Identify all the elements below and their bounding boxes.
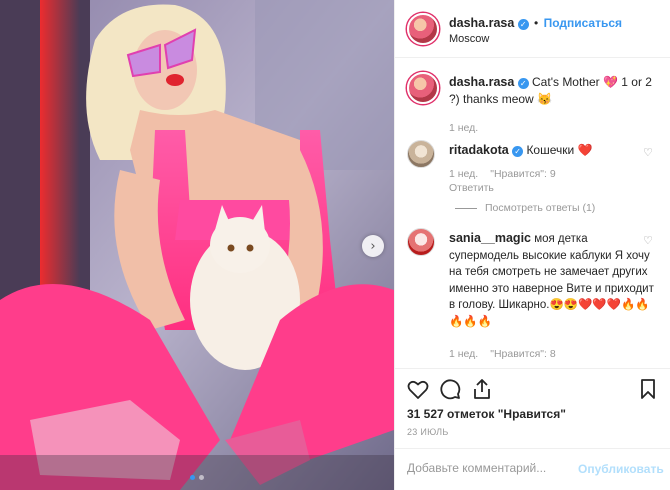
caption-meta: 1 нед. <box>449 122 478 134</box>
author-avatar[interactable] <box>407 13 439 45</box>
comment-like-count[interactable]: "Нравится": 9 <box>490 168 555 180</box>
comment-like-count[interactable]: "Нравится": 8 <box>490 348 555 360</box>
post-actions: 31 527 отметок "Нравится" 23 ИЮЛЬ <box>395 368 670 448</box>
carousel-dot-2 <box>199 475 204 480</box>
heart-icon[interactable] <box>406 377 430 401</box>
caption-author-username[interactable]: dasha.rasa <box>449 75 514 89</box>
post-header: dasha.rasa ✓ • Подписаться Moscow <box>395 0 670 58</box>
comment-item: ritadakota ✓ Кошечки ❤️ ♡ 1 нед. "Нравит… <box>405 140 663 220</box>
verified-badge-icon: ✓ <box>517 78 529 89</box>
caption: dasha.rasa ✓ Cat's Mother 💖 1 or 2 ?) th… <box>405 72 663 142</box>
comment-icon[interactable] <box>438 377 462 401</box>
comment-reply-row: Ответить <box>449 182 494 194</box>
post-sidebar: dasha.rasa ✓ • Подписаться Moscow dasha.… <box>394 0 670 490</box>
post-date[interactable]: 23 ИЮЛЬ <box>407 427 449 437</box>
comment-item: sania__magic моя детка супермодель высок… <box>405 228 663 368</box>
comment-text: Кошечки ❤️ <box>526 143 593 157</box>
bookmark-icon[interactable] <box>636 377 660 401</box>
commenter-avatar[interactable] <box>407 228 435 256</box>
post-location[interactable]: Moscow <box>449 33 489 45</box>
comment-body: ritadakota ✓ Кошечки ❤️ <box>449 142 659 159</box>
verified-badge-icon: ✓ <box>512 146 524 157</box>
comment-body: sania__magic моя детка супермодель высок… <box>449 230 659 330</box>
commenter-username[interactable]: ritadakota <box>449 143 509 157</box>
comment-meta: 1 нед. "Нравится": 9 <box>449 168 556 180</box>
post-photo[interactable]: › <box>0 0 394 490</box>
comment-time[interactable]: 1 нед. <box>449 168 478 180</box>
photo-illustration <box>0 0 394 490</box>
caption-time[interactable]: 1 нед. <box>449 122 478 134</box>
caption-author-avatar[interactable] <box>407 72 439 104</box>
view-replies-label: Посмотреть ответы (1) <box>485 202 596 214</box>
view-replies-button[interactable]: Посмотреть ответы (1) <box>455 202 595 214</box>
add-comment-bar: Опубликовать <box>395 448 670 490</box>
share-icon[interactable] <box>470 377 494 401</box>
commenter-avatar[interactable] <box>407 140 435 168</box>
comment-text: моя детка супермодель высокие каблуки Я … <box>449 233 654 328</box>
reply-button[interactable]: Ответить <box>449 182 494 194</box>
likes-count[interactable]: 31 527 отметок "Нравится" <box>407 407 566 421</box>
follow-button[interactable]: Подписаться <box>544 16 622 30</box>
comment-like-heart-icon[interactable]: ♡ <box>643 146 653 159</box>
chevron-right-icon: › <box>370 238 376 254</box>
verified-badge-icon: ✓ <box>517 19 529 30</box>
comment-time[interactable]: 1 нед. <box>449 348 478 360</box>
comments-list[interactable]: dasha.rasa ✓ Cat's Mother 💖 1 or 2 ?) th… <box>395 58 670 368</box>
view-replies-line <box>455 207 477 209</box>
carousel-next-button[interactable]: › <box>362 235 384 257</box>
comment-input[interactable] <box>407 461 567 475</box>
comment-meta: 1 нед. "Нравится": 8 <box>449 348 556 360</box>
header-separator: • <box>534 16 539 30</box>
carousel-dot-1 <box>190 475 195 480</box>
carousel-indicator <box>0 475 394 480</box>
commenter-username[interactable]: sania__magic <box>449 231 531 245</box>
caption-body: dasha.rasa ✓ Cat's Mother 💖 1 or 2 ?) th… <box>449 74 659 108</box>
publish-button[interactable]: Опубликовать <box>578 462 664 476</box>
author-username[interactable]: dasha.rasa <box>449 16 514 30</box>
comment-like-heart-icon[interactable]: ♡ <box>643 234 653 247</box>
